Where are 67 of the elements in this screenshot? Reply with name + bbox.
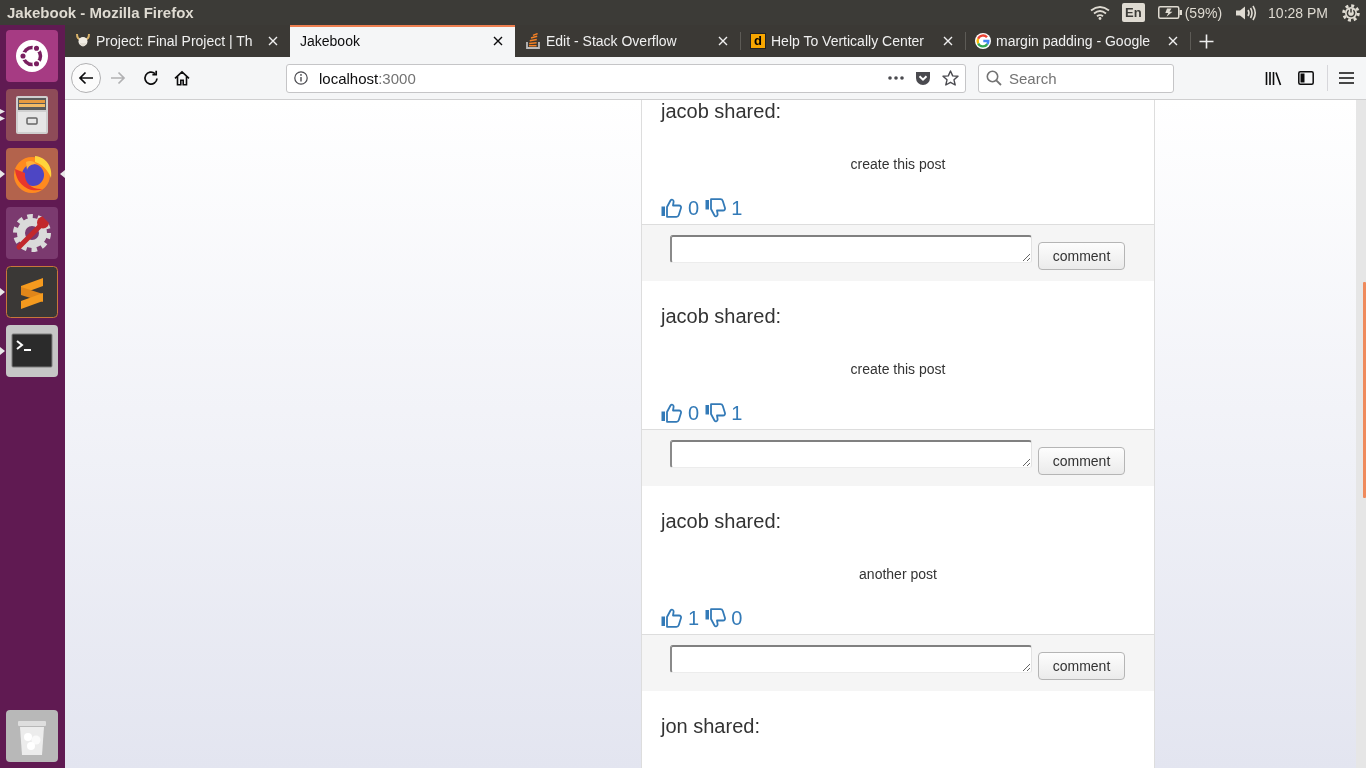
post-text: create this post <box>849 155 947 174</box>
tab[interactable]: Project: Final Project | Th <box>65 25 290 57</box>
library-icon[interactable] <box>1265 70 1282 86</box>
post-text: another post <box>858 565 938 584</box>
search-icon <box>986 69 1002 86</box>
thumbs-up-icon[interactable] <box>661 403 682 423</box>
info-icon[interactable] <box>294 71 308 85</box>
comment-input[interactable] <box>670 645 1032 673</box>
comment-button[interactable]: comment <box>1038 652 1125 680</box>
address-bar[interactable]: localhost:3000 <box>286 63 966 93</box>
comment-button[interactable]: comment <box>1038 242 1125 270</box>
reload-icon[interactable] <box>143 70 159 86</box>
arrow-left-icon <box>78 71 94 85</box>
window-title: Jakebook - Mozilla Firefox <box>7 4 194 21</box>
tab[interactable]: Edit - Stack Overflow <box>515 25 740 57</box>
battery-icon[interactable] <box>1157 6 1182 19</box>
post-text: create this post <box>849 360 947 379</box>
like-count: 1 <box>688 606 700 630</box>
thumbs-down-icon[interactable] <box>705 198 727 218</box>
back-button[interactable] <box>71 63 101 93</box>
menu-icon[interactable] <box>1339 72 1354 84</box>
thumbs-down-icon[interactable] <box>705 608 727 628</box>
comment-input[interactable] <box>670 440 1032 468</box>
close-icon[interactable] <box>493 36 503 46</box>
star-icon[interactable] <box>942 70 959 86</box>
like-count: 0 <box>688 196 700 220</box>
search-field[interactable]: Search <box>978 63 1174 93</box>
comment-button[interactable]: comment <box>1038 447 1125 475</box>
g-logo-icon <box>975 33 991 49</box>
thumbs-up-icon[interactable] <box>661 198 682 218</box>
like-count: 0 <box>688 401 700 425</box>
home-icon[interactable] <box>174 70 190 86</box>
horned-head-icon <box>75 33 91 49</box>
scrollbar[interactable] <box>1356 100 1366 768</box>
clock[interactable]: 10:28 PM <box>1268 4 1328 21</box>
letter-tile-icon: d <box>750 33 766 49</box>
dislike-count: 1 <box>731 196 743 220</box>
stack-tray-icon <box>525 33 541 49</box>
post-author: jon shared: <box>661 715 761 737</box>
url-text[interactable]: localhost:3000 <box>319 69 416 87</box>
fox-globe-icon[interactable] <box>6 148 58 200</box>
terminal-icon[interactable] <box>6 325 58 377</box>
ring-logo-icon[interactable] <box>6 30 58 82</box>
post-author: jacob shared: <box>661 305 783 327</box>
tab[interactable]: Jakebook <box>290 25 515 57</box>
gear-icon[interactable] <box>1342 3 1360 22</box>
new-tab-plus-icon[interactable] <box>1199 33 1214 49</box>
gear-wrench-icon[interactable] <box>6 207 58 259</box>
battery-percentage: (59%) <box>1184 4 1223 21</box>
scrollbar-thumb[interactable] <box>1363 282 1366 498</box>
comment-input[interactable] <box>670 235 1032 263</box>
file-cabinet-icon[interactable] <box>6 89 58 141</box>
shield-chevron-icon[interactable] <box>915 70 931 86</box>
volume-icon[interactable] <box>1235 4 1258 21</box>
more-icon[interactable] <box>888 76 904 80</box>
post-author: jacob shared: <box>661 100 783 122</box>
keyboard-layout-indicator[interactable]: En <box>1122 3 1145 22</box>
s-logo-icon[interactable] <box>6 266 58 318</box>
tab[interactable]: margin padding - Google <box>965 25 1190 57</box>
sidebar-icon[interactable] <box>1298 71 1314 85</box>
thumbs-down-icon[interactable] <box>705 403 727 423</box>
dislike-count: 1 <box>731 401 743 425</box>
tab[interactable]: d Help To Vertically Center <box>740 25 965 57</box>
dislike-count: 0 <box>731 606 743 630</box>
thumbs-up-icon[interactable] <box>661 608 682 628</box>
post-author: jacob shared: <box>661 510 783 532</box>
wifi-icon[interactable] <box>1090 5 1111 20</box>
